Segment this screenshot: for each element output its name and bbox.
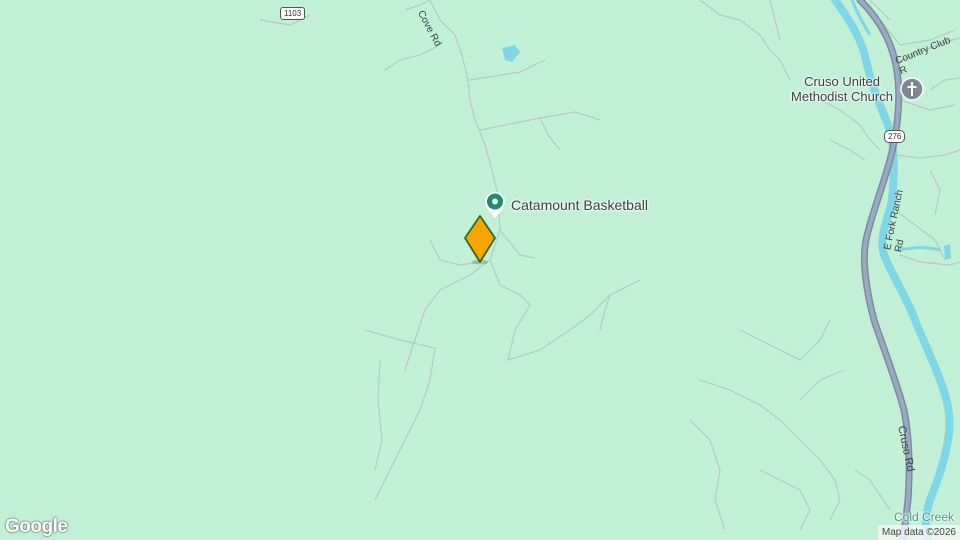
pond-east: [944, 244, 951, 260]
poi-catamount-label[interactable]: Catamount Basketball: [511, 197, 648, 213]
route-shield-276: 276: [884, 130, 906, 143]
google-logo: Google: [5, 516, 68, 537]
pond: [502, 45, 520, 62]
poi-church-label[interactable]: Cruso United Methodist Church: [786, 74, 898, 104]
church-cross-icon[interactable]: [900, 77, 924, 101]
route-shield-1103: 1103: [280, 7, 306, 20]
poi-cold-creek-label[interactable]: Cold Creek: [894, 510, 954, 524]
selected-location-marker-icon[interactable]: [462, 214, 498, 266]
poi-church-label-line1: Cruso United: [804, 74, 880, 89]
map-attribution[interactable]: Map data ©2026: [877, 525, 960, 540]
poi-church-label-line2: Methodist Church: [791, 89, 893, 104]
map-canvas[interactable]: 1103 276 Cove Rd Country Club R E Fork R…: [0, 0, 960, 540]
